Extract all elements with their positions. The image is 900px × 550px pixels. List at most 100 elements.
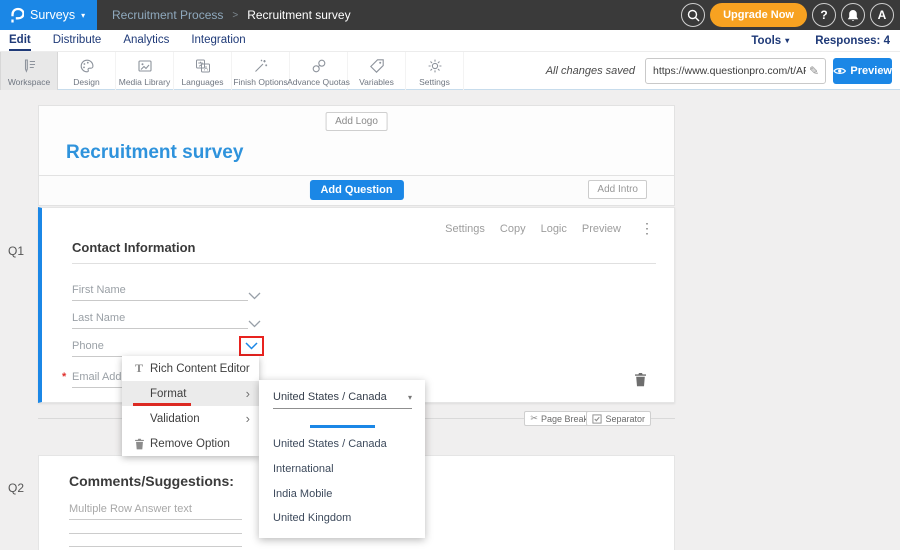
tab-analytics[interactable]: Analytics bbox=[123, 30, 169, 51]
magic-wand-icon bbox=[253, 58, 269, 75]
autosave-status: All changes saved bbox=[546, 65, 635, 77]
question-number-q1: Q1 bbox=[8, 244, 24, 258]
format-option-india-mobile[interactable]: India Mobile bbox=[273, 488, 332, 500]
preview-button[interactable]: Preview bbox=[833, 58, 892, 84]
required-asterisk: * bbox=[62, 371, 66, 383]
chevron-down-icon: ▾ bbox=[785, 36, 789, 45]
tab-integration[interactable]: Integration bbox=[191, 30, 245, 51]
phone-format-select[interactable]: United States / Canada ▾ bbox=[273, 391, 412, 409]
toolbar-item-design[interactable]: Design bbox=[58, 52, 116, 90]
menu-item-validation[interactable]: Validation › bbox=[122, 406, 259, 431]
menu-item-label: Rich Content Editor bbox=[150, 363, 250, 375]
toolbar-item-advance-quotas[interactable]: Advance Quotas bbox=[290, 52, 348, 90]
answer-placeholder[interactable]: Multiple Row Answer text bbox=[69, 503, 192, 515]
nav-right: Tools ▾ Responses: 4 bbox=[751, 35, 890, 47]
search-button[interactable] bbox=[681, 3, 705, 27]
toolbar-item-settings[interactable]: Settings bbox=[406, 52, 464, 90]
page-break-button[interactable]: ✂ Page Break bbox=[524, 411, 594, 426]
selected-format-value: United States / Canada bbox=[273, 391, 387, 403]
format-option-international[interactable]: International bbox=[273, 463, 334, 475]
upgrade-now-button[interactable]: Upgrade Now bbox=[710, 3, 807, 27]
format-option-us-canada[interactable]: United States / Canada bbox=[273, 438, 387, 450]
scissors-icon: ✂ bbox=[530, 413, 538, 424]
tab-distribute[interactable]: Distribute bbox=[53, 30, 102, 51]
field-dropdown-chevron-icon[interactable] bbox=[248, 287, 261, 305]
field-label-phone[interactable]: Phone bbox=[72, 340, 104, 352]
tools-label: Tools bbox=[751, 35, 781, 47]
chevron-right-icon: › bbox=[246, 387, 250, 400]
question-title[interactable]: Comments/Suggestions: bbox=[69, 473, 234, 489]
chevron-down-icon: ▾ bbox=[81, 11, 85, 20]
separator-button[interactable]: Separator bbox=[586, 411, 651, 426]
toolbar-item-media-library[interactable]: Media Library bbox=[116, 52, 174, 90]
format-option-united-kingdom[interactable]: United Kingdom bbox=[273, 512, 351, 524]
question-copy-link[interactable]: Copy bbox=[500, 223, 526, 235]
edit-url-pencil-icon[interactable]: ✎ bbox=[809, 64, 825, 78]
survey-url-input[interactable] bbox=[646, 65, 809, 77]
question-preview-link[interactable]: Preview bbox=[582, 223, 621, 235]
responses-link[interactable]: Responses: 4 bbox=[815, 35, 890, 47]
toolbar-item-label: Advance Quotas bbox=[287, 77, 350, 87]
toolbar-item-variables[interactable]: Variables bbox=[348, 52, 406, 90]
page-break-label: Page Break bbox=[541, 414, 588, 424]
help-button[interactable]: ? bbox=[812, 3, 836, 27]
add-intro-button[interactable]: Add Intro bbox=[588, 180, 647, 199]
toolbar-item-languages[interactable]: A Languages bbox=[174, 52, 232, 90]
field-dropdown-chevron-icon[interactable] bbox=[248, 315, 261, 333]
menu-item-rich-content-editor[interactable]: T Rich Content Editor bbox=[122, 356, 259, 381]
rich-text-icon: T bbox=[131, 361, 147, 376]
editor-toolbar: Workspace Design Media Library A Languag… bbox=[0, 52, 900, 90]
section-nav: Edit Distribute Analytics Integration To… bbox=[0, 30, 900, 52]
divider bbox=[72, 263, 656, 264]
menu-item-label: Format bbox=[150, 388, 186, 400]
add-logo-button[interactable]: Add Logo bbox=[325, 112, 388, 131]
tab-edit[interactable]: Edit bbox=[9, 30, 31, 51]
field-dropdown-chevron-icon-active[interactable] bbox=[245, 342, 258, 350]
survey-title[interactable]: Recruitment survey bbox=[66, 142, 243, 164]
menu-item-remove-option[interactable]: Remove Option bbox=[122, 431, 259, 456]
surveys-product-menu[interactable]: Surveys ▾ bbox=[0, 0, 97, 30]
search-icon bbox=[687, 9, 700, 22]
translate-icon: A bbox=[195, 58, 211, 75]
answer-underline bbox=[69, 533, 242, 534]
image-icon bbox=[137, 58, 153, 75]
toolbar-item-finish-options[interactable]: Finish Options bbox=[232, 52, 290, 90]
trash-icon bbox=[131, 438, 147, 450]
tag-icon bbox=[369, 58, 385, 75]
format-submenu: United States / Canada ▾ United States /… bbox=[259, 380, 425, 538]
workspace-icon bbox=[21, 58, 37, 75]
menu-item-label: Remove Option bbox=[150, 438, 230, 450]
account-avatar[interactable]: A bbox=[870, 3, 894, 27]
delete-question-button[interactable] bbox=[634, 372, 647, 392]
eye-icon bbox=[833, 66, 846, 76]
toolbar-item-workspace[interactable]: Workspace bbox=[0, 52, 58, 90]
question-title[interactable]: Contact Information bbox=[72, 240, 196, 255]
add-question-strip: Add Question Add Intro bbox=[38, 176, 675, 206]
survey-url-box: ✎ bbox=[645, 58, 826, 84]
toolbar-item-label: Finish Options bbox=[233, 77, 287, 87]
questionpro-app: Surveys ▾ Recruitment Process > Recruitm… bbox=[0, 0, 900, 550]
responses-count: 4 bbox=[884, 35, 890, 47]
field-label-first-name[interactable]: First Name bbox=[72, 284, 126, 296]
gear-icon bbox=[427, 58, 443, 75]
field-label-last-name[interactable]: Last Name bbox=[72, 312, 125, 324]
tools-dropdown[interactable]: Tools ▾ bbox=[751, 35, 789, 47]
notifications-button[interactable] bbox=[841, 3, 865, 27]
add-question-button[interactable]: Add Question bbox=[309, 180, 403, 200]
chevron-right-icon: › bbox=[246, 412, 250, 425]
toolbar-item-label: Languages bbox=[181, 77, 223, 87]
field-underline bbox=[72, 328, 248, 329]
toolbar-item-label: Workspace bbox=[8, 77, 50, 87]
more-options-kebab-icon[interactable]: ⋮ bbox=[640, 220, 654, 237]
toolbar-item-label: Settings bbox=[419, 77, 450, 87]
menu-item-label: Validation bbox=[150, 413, 200, 425]
answer-underline bbox=[69, 546, 242, 547]
palette-icon bbox=[79, 58, 95, 75]
toolbar-item-label: Variables bbox=[359, 77, 394, 87]
annotation-highlight-box bbox=[239, 336, 264, 356]
breadcrumb-parent-link[interactable]: Recruitment Process bbox=[112, 8, 223, 22]
menu-item-format[interactable]: Format › bbox=[122, 381, 259, 406]
breadcrumb-separator: > bbox=[232, 10, 238, 21]
question-logic-link[interactable]: Logic bbox=[541, 223, 567, 235]
question-settings-link[interactable]: Settings bbox=[445, 223, 485, 235]
